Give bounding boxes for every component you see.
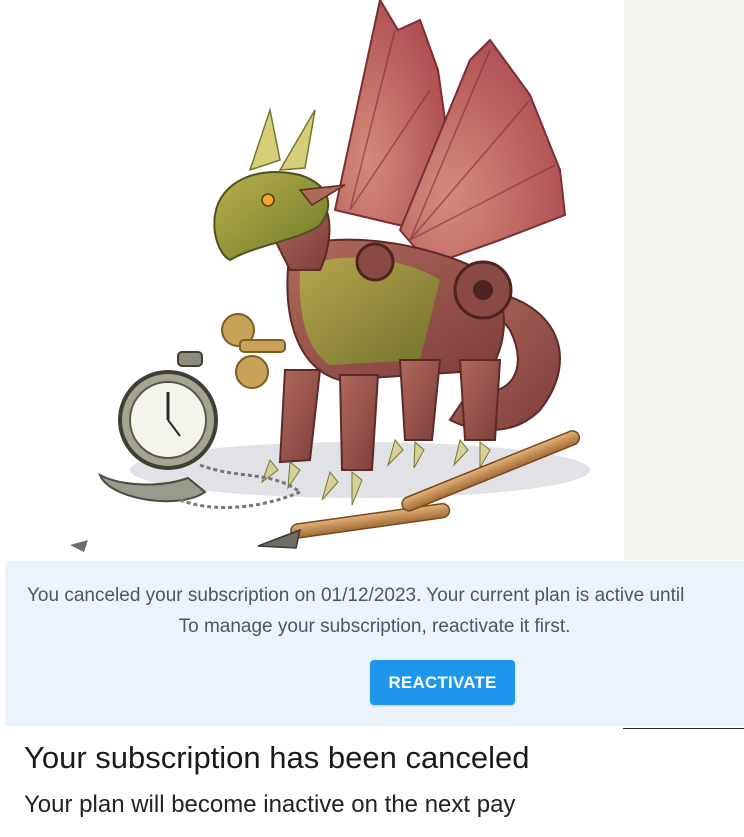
page-title: Your subscription has been canceled: [24, 740, 530, 775]
section-divider: [623, 728, 744, 729]
cancellation-notice-banner: You canceled your subscription on 01/12/…: [5, 561, 744, 726]
notice-message-line-1: You canceled your subscription on 01/12/…: [27, 585, 685, 606]
notice-message-line-2: To manage your subscription, reactivate …: [178, 616, 571, 637]
paper-texture-panel: [624, 0, 744, 560]
hero-illustration: [0, 0, 744, 560]
status-subtitle: Your plan will become inactive on the ne…: [24, 791, 516, 818]
reactivate-button[interactable]: REACTIVATE: [370, 660, 515, 705]
subscription-page: You canceled your subscription on 01/12/…: [0, 0, 744, 837]
clockwork-dragon-image: [70, 0, 590, 552]
